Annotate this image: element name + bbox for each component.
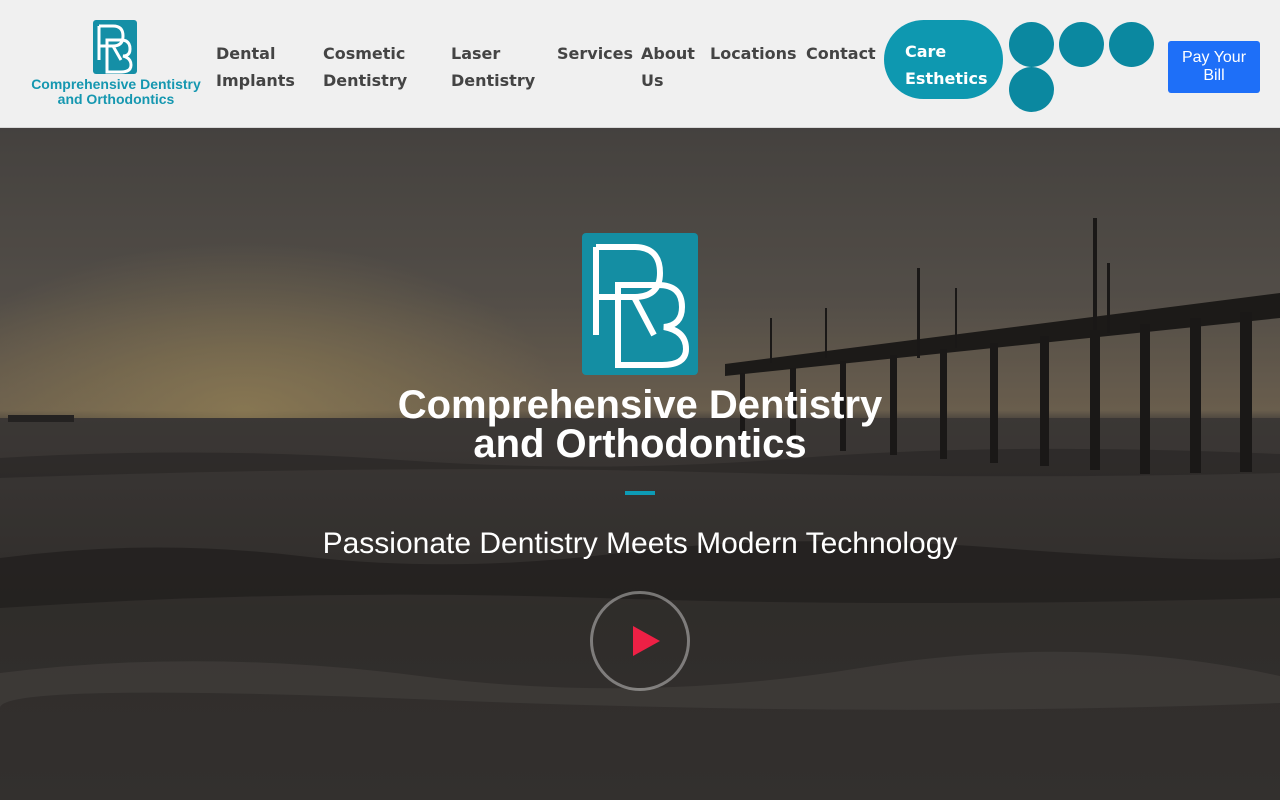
nav-label: Services <box>557 44 634 63</box>
logo-text-line1: Comprehensive Dentistry <box>31 76 201 92</box>
nav-label: Contact <box>806 44 876 63</box>
hero-section: Comprehensive Dentistry and Orthodontics… <box>0 128 1280 800</box>
play-video-button[interactable] <box>590 591 690 691</box>
logo-monogram-icon <box>93 20 137 74</box>
nav-laser-dentistry[interactable]: Laser Dentistry <box>451 40 535 94</box>
nav-services[interactable]: Services <box>557 40 633 67</box>
nav-dental-implants[interactable]: Dental Implants <box>216 40 295 94</box>
care-button-label: Care <box>905 42 947 61</box>
facebook-icon[interactable] <box>1009 22 1054 67</box>
nav-label: Locations <box>710 44 797 63</box>
nav-cosmetic-dentistry[interactable]: Cosmetic Dentistry <box>323 40 407 94</box>
map-marker-icon[interactable] <box>1009 67 1054 112</box>
pay-your-bill-button[interactable]: Pay Your Bill <box>1168 41 1260 93</box>
logo-text: Comprehensive Dentistry and Orthodontics <box>18 77 214 107</box>
hero-title-line1: Comprehensive Dentistry <box>397 383 883 427</box>
hero-divider <box>625 491 655 495</box>
nav-about-us[interactable]: About Us <box>641 40 695 94</box>
pay-button-label: Pay Your <box>1181 49 1247 66</box>
play-icon <box>633 626 660 656</box>
site-logo[interactable]: Comprehensive Dentistry and Orthodontics <box>18 18 214 110</box>
care-button-label: Esthetics <box>905 69 988 88</box>
nav-label: Dentistry <box>323 71 408 90</box>
nav-label: Dentistry <box>451 71 536 90</box>
logo-text-line2: and Orthodontics <box>57 91 175 107</box>
nav-label: Us <box>641 71 664 90</box>
nav-contact[interactable]: Contact <box>806 40 876 67</box>
nav-label: Dental <box>216 44 276 63</box>
hero-tagline: Passionate Dentistry Meets Modern Techno… <box>322 527 958 560</box>
care-esthetics-button[interactable]: Care Esthetics <box>884 20 1003 99</box>
nav-label: Laser <box>451 44 501 63</box>
nav-label: About <box>641 44 695 63</box>
hero-title: Comprehensive Dentistry and Orthodontics <box>340 383 940 466</box>
instagram-icon[interactable] <box>1059 22 1104 67</box>
site-header: Comprehensive Dentistry and Orthodontics… <box>0 0 1280 128</box>
youtube-icon[interactable] <box>1109 22 1154 67</box>
hero-title-line2: and Orthodontics <box>473 422 807 466</box>
nav-label: Implants <box>216 71 295 90</box>
hero-monogram-icon <box>582 233 698 375</box>
nav-locations[interactable]: Locations <box>710 40 797 67</box>
nav-label: Cosmetic <box>323 44 406 63</box>
pay-button-label: Bill <box>1203 67 1225 84</box>
